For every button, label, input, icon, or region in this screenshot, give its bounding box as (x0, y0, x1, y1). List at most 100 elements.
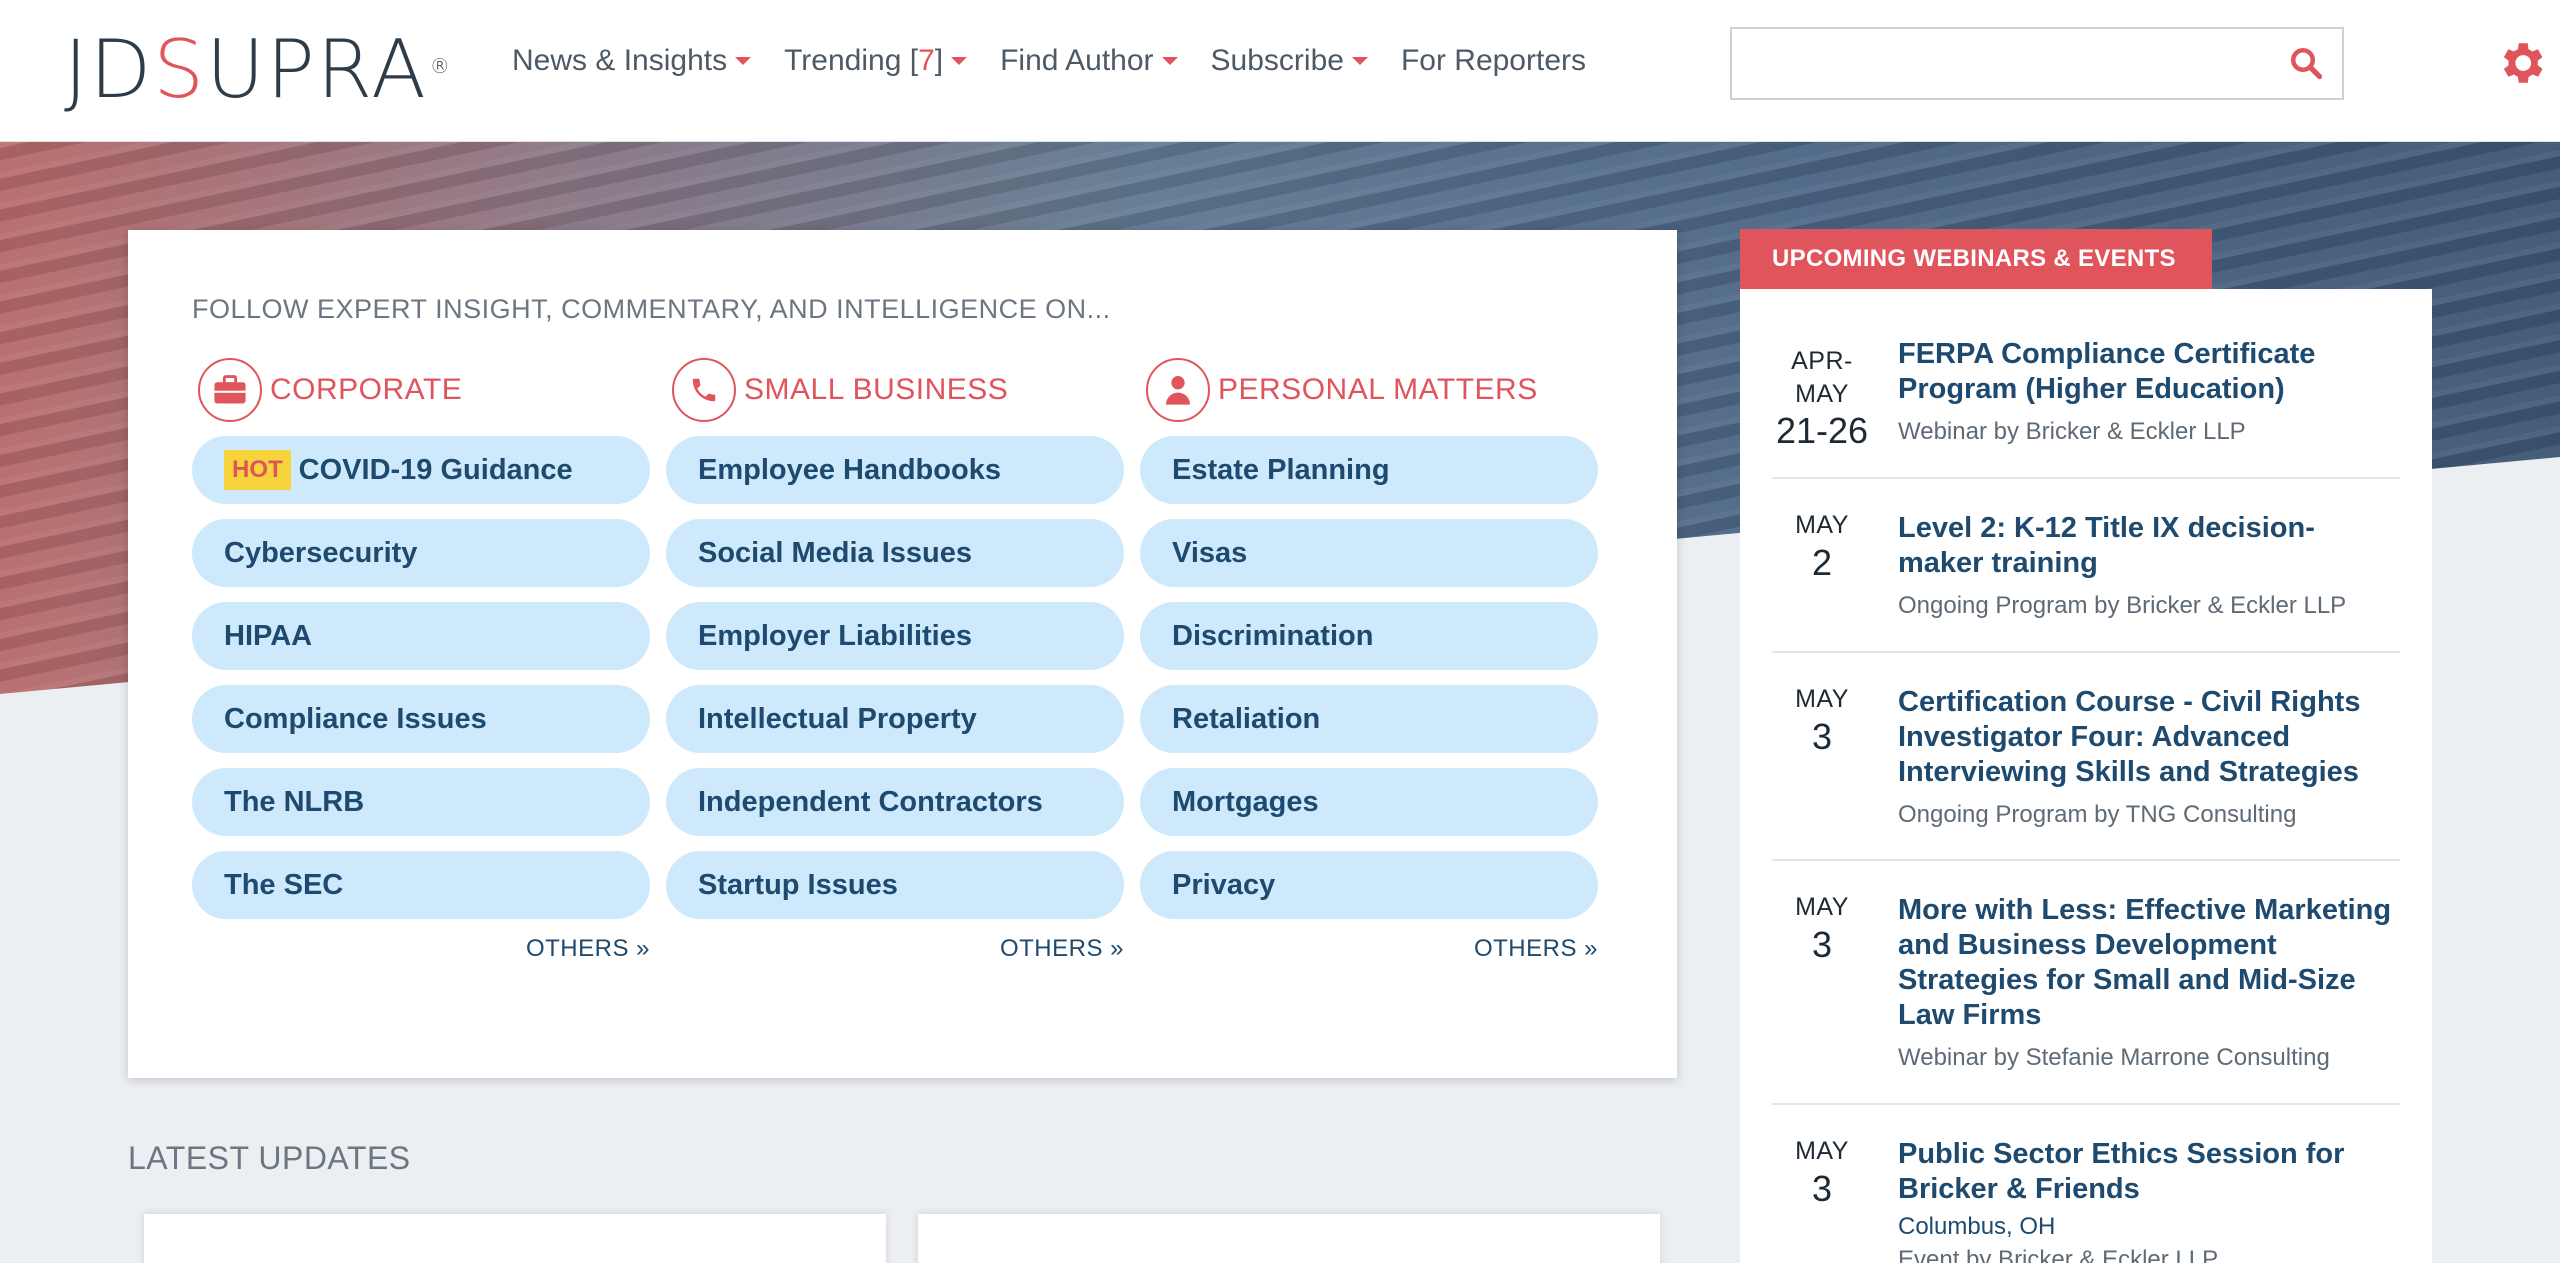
others-link-small-business[interactable]: OTHERS » (666, 935, 1124, 963)
others-link-personal-matters[interactable]: OTHERS » (1140, 935, 1598, 963)
event-date: APR- MAY 21-26 (1772, 345, 1872, 451)
topic-intellectual-property[interactable]: Intellectual Property (666, 685, 1124, 753)
topic-covid-19-guidance[interactable]: HOT COVID-19 Guidance (192, 436, 650, 504)
jdsupra-logo[interactable]: JD S UPRA ® (64, 30, 452, 110)
topics-card: FOLLOW EXPERT INSIGHT, COMMENTARY, AND I… (128, 230, 1677, 1078)
topic-list: HOT COVID-19 Guidance Cybersecurity HIPAA… (192, 436, 650, 919)
event-item[interactable]: MAY 2 Level 2: K-12 Title IX decision-ma… (1772, 479, 2400, 653)
topic-list: Employee Handbooks Social Media Issues E… (666, 436, 1124, 919)
nav-news-insights[interactable]: News & Insights (512, 44, 752, 78)
topic-estate-planning[interactable]: Estate Planning (1140, 436, 1598, 504)
topic-hipaa[interactable]: HIPAA (192, 602, 650, 670)
webinars-tab[interactable]: UPCOMING WEBINARS & EVENTS (1740, 229, 2212, 289)
column-header[interactable]: SMALL BUSINESS (672, 358, 1124, 422)
event-body: FERPA Compliance Certificate Program (Hi… (1898, 337, 2398, 447)
column-header[interactable]: PERSONAL MATTERS (1146, 358, 1598, 422)
event-month: MAY (1795, 511, 1849, 539)
logo-registered-mark: ® (429, 54, 452, 78)
event-month: MAY (1795, 685, 1849, 713)
event-title[interactable]: Level 2: K-12 Title IX decision-maker tr… (1898, 511, 2398, 581)
topic-label: Privacy (1172, 868, 1276, 901)
event-item[interactable]: MAY 3 More with Less: Effective Marketin… (1772, 861, 2400, 1105)
topic-cybersecurity[interactable]: Cybersecurity (192, 519, 650, 587)
event-day: 21-26 (1775, 410, 1869, 451)
event-body: Public Sector Ethics Session for Bricker… (1898, 1137, 2398, 1263)
caret-down-icon (1351, 57, 1368, 65)
topic-label: The SEC (224, 868, 344, 901)
caret-down-icon (1161, 57, 1178, 65)
topic-retaliation[interactable]: Retaliation (1140, 685, 1598, 753)
nav-label-bracket: ] (934, 44, 944, 77)
gear-icon[interactable] (2494, 36, 2548, 90)
event-day: 3 (1811, 1167, 1833, 1209)
column-header[interactable]: CORPORATE (198, 358, 650, 422)
nav-label: For Reporters (1400, 44, 1586, 77)
event-item[interactable]: APR- MAY 21-26 FERPA Compliance Certific… (1772, 289, 2400, 479)
event-day: 3 (1811, 715, 1833, 757)
event-title[interactable]: More with Less: Effective Marketing and … (1898, 893, 2398, 1033)
event-subtitle: Event by Bricker & Eckler LLP (1898, 1246, 2219, 1263)
event-month: APR- MAY (1791, 347, 1853, 408)
topic-employer-liabilities[interactable]: Employer Liabilities (666, 602, 1124, 670)
nav-trending[interactable]: Trending [7] (784, 44, 968, 78)
event-day: 3 (1811, 923, 1833, 965)
nav-subscribe[interactable]: Subscribe (1211, 44, 1368, 78)
webinars-panel: APR- MAY 21-26 FERPA Compliance Certific… (1740, 289, 2432, 1263)
topic-social-media-issues[interactable]: Social Media Issues (666, 519, 1124, 587)
update-card[interactable] (918, 1214, 1660, 1263)
topic-employee-handbooks[interactable]: Employee Handbooks (666, 436, 1124, 504)
topic-label: Intellectual Property (698, 702, 977, 735)
event-date: MAY 2 (1772, 509, 1872, 583)
main-nav: News & Insights Trending [7] Find Author… (512, 44, 1619, 78)
topic-mortgages[interactable]: Mortgages (1140, 768, 1598, 836)
topic-startup-issues[interactable]: Startup Issues (666, 851, 1124, 919)
nav-label: Subscribe (1210, 44, 1344, 77)
topic-label: COVID-19 Guidance (298, 453, 573, 486)
event-item[interactable]: MAY 3 Public Sector Ethics Session for B… (1772, 1105, 2400, 1263)
hot-badge: HOT (224, 450, 291, 490)
topic-column-small-business: SMALL BUSINESS Employee Handbooks Social… (666, 358, 1124, 963)
nav-label: Find Author (1000, 44, 1154, 77)
topic-label: HIPAA (224, 619, 313, 652)
topic-list: Estate Planning Visas Discrimination Ret… (1140, 436, 1598, 919)
topic-label: Retaliation (1172, 702, 1321, 735)
nav-find-author[interactable]: Find Author (1000, 44, 1178, 78)
topic-label: The NLRB (224, 785, 365, 818)
event-month: MAY (1795, 893, 1849, 921)
event-body: More with Less: Effective Marketing and … (1898, 893, 2398, 1073)
search-input[interactable] (1730, 27, 2344, 100)
column-title: CORPORATE (270, 373, 463, 406)
event-item[interactable]: MAY 3 Certification Course - Civil Right… (1772, 653, 2400, 861)
search-icon[interactable] (2288, 45, 2324, 81)
trending-count: 7 (918, 44, 935, 77)
topic-the-sec[interactable]: The SEC (192, 851, 650, 919)
topic-the-nlrb[interactable]: The NLRB (192, 768, 650, 836)
event-title[interactable]: FERPA Compliance Certificate Program (Hi… (1898, 337, 2398, 407)
event-subtitle: Webinar by Stefanie Marrone Consulting (1898, 1044, 2330, 1071)
topic-label: Estate Planning (1172, 453, 1390, 486)
nav-label: Trending [ (784, 44, 919, 77)
topic-compliance-issues[interactable]: Compliance Issues (192, 685, 650, 753)
update-card[interactable] (144, 1214, 886, 1263)
phone-icon (672, 358, 736, 422)
nav-label: News & Insights (512, 44, 728, 77)
topic-discrimination[interactable]: Discrimination (1140, 602, 1598, 670)
topic-visas[interactable]: Visas (1140, 519, 1598, 587)
topic-privacy[interactable]: Privacy (1140, 851, 1598, 919)
event-title[interactable]: Certification Course - Civil Rights Inve… (1898, 685, 2398, 790)
topic-independent-contractors[interactable]: Independent Contractors (666, 768, 1124, 836)
topic-label: Independent Contractors (698, 785, 1043, 818)
person-icon (1146, 358, 1210, 422)
event-title[interactable]: Public Sector Ethics Session for Bricker… (1898, 1137, 2398, 1207)
nav-for-reporters[interactable]: For Reporters (1401, 44, 1586, 78)
topic-label: Mortgages (1172, 785, 1319, 818)
logo-text-upra: UPRA (205, 23, 428, 116)
event-body: Level 2: K-12 Title IX decision-maker tr… (1898, 511, 2398, 621)
event-month: MAY (1795, 1137, 1849, 1165)
others-link-corporate[interactable]: OTHERS » (192, 935, 650, 963)
topics-heading: FOLLOW EXPERT INSIGHT, COMMENTARY, AND I… (192, 294, 1111, 324)
event-date: MAY 3 (1772, 1135, 1872, 1209)
logo-text-jd: JD (64, 23, 154, 116)
event-body: Certification Course - Civil Rights Inve… (1898, 685, 2398, 830)
topic-label: Social Media Issues (698, 536, 973, 569)
